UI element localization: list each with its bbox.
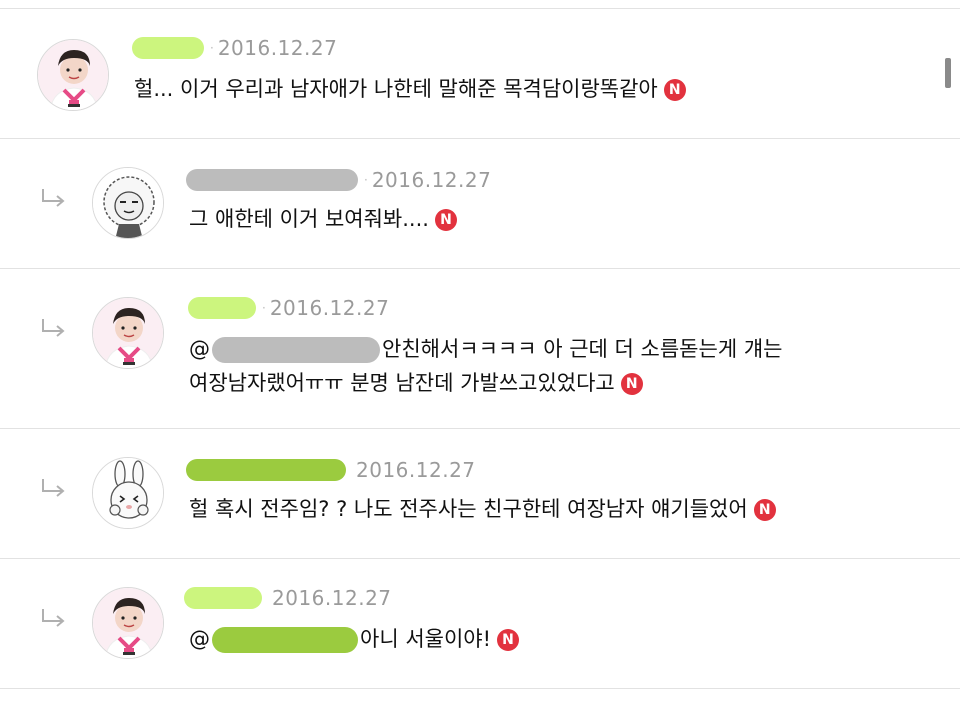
reply-arrow-icon: [42, 319, 65, 337]
comment-date: 2016.12.27: [371, 168, 492, 192]
comment-body: 헐... 이거 우리과 남자애가 나한테 말해준 목격담이랑똑같아: [134, 77, 658, 101]
comment-text: 헐... 이거 우리과 남자애가 나한테 말해준 목격담이랑똑같아 N: [134, 73, 686, 105]
person-avatar-icon: [38, 40, 108, 110]
author-name-redacted[interactable]: [184, 587, 262, 609]
comment-body-line2: 여장남자랬어ㅠㅠ 분명 남잔데 가발쓰고있었다고: [189, 371, 615, 395]
new-badge-icon: N: [434, 209, 457, 231]
author-name-redacted[interactable]: [186, 169, 358, 191]
comment-text: 헐 혹시 전주임? ? 나도 전주사는 친구한테 여장남자 얘기들었어 N: [189, 493, 776, 525]
avatar[interactable]: [92, 587, 164, 659]
comment-text: 여장남자랬어ㅠㅠ 분명 남잔데 가발쓰고있었다고 N: [189, 367, 643, 399]
comment-text: @ 안친해서ㅋㅋㅋㅋ 아 근데 더 소름돋는게 걔는: [189, 333, 782, 365]
avatar[interactable]: [92, 167, 164, 239]
separator-dot: ·: [364, 173, 368, 187]
avatar[interactable]: [92, 297, 164, 369]
author-name-redacted[interactable]: [186, 459, 346, 481]
separator-dot: ·: [262, 301, 266, 315]
reply-arrow-icon: [42, 479, 65, 497]
mention-at: @: [189, 627, 210, 651]
comment-meta: · 2016.12.27: [188, 295, 389, 321]
comment-meta: 2016.12.27: [184, 585, 392, 611]
mention-at: @: [189, 337, 210, 361]
comment-body: 그 애한테 이거 보여줘봐....: [189, 207, 429, 231]
cartoon-rabbit-icon: [93, 458, 163, 528]
person-avatar-icon: [93, 298, 163, 368]
reply-item: 2016.12.27 헐 혹시 전주임? ? 나도 전주사는 친구한테 여장남자…: [0, 429, 960, 559]
comment-text: @ 아니 서울이야! N: [189, 623, 520, 655]
mention-user-redacted[interactable]: [212, 627, 358, 653]
person-avatar-icon: [93, 588, 163, 658]
new-badge-icon: N: [663, 79, 686, 101]
comment-meta: · 2016.12.27: [186, 167, 491, 193]
comment-date: 2016.12.27: [217, 36, 338, 60]
author-name-redacted[interactable]: [132, 37, 204, 59]
comment-item: · 2016.12.27 헐... 이거 우리과 남자애가 나한테 말해준 목격…: [0, 9, 960, 139]
new-badge-icon: N: [497, 629, 520, 651]
reply-arrow-icon: [42, 609, 65, 627]
avatar[interactable]: [37, 39, 109, 111]
comment-date: 2016.12.27: [269, 296, 390, 320]
comment-meta: · 2016.12.27: [132, 35, 337, 61]
comment-body-line1: 안친해서ㅋㅋㅋㅋ 아 근데 더 소름돋는게 걔는: [382, 337, 783, 361]
reply-item: 2016.12.27 @ 아니 서울이야! N: [0, 559, 960, 689]
comment-date: 2016.12.27: [356, 458, 476, 482]
new-badge-icon: N: [620, 373, 643, 395]
author-name-redacted[interactable]: [188, 297, 256, 319]
reply-item: · 2016.12.27 그 애한테 이거 보여줘봐.... N: [0, 139, 960, 269]
comment-body: 헐 혹시 전주임? ? 나도 전주사는 친구한테 여장남자 얘기들었어: [189, 497, 748, 521]
comment-date: 2016.12.27: [272, 586, 392, 610]
new-badge-icon: N: [753, 499, 776, 521]
mention-user-redacted[interactable]: [212, 337, 380, 363]
cartoon-lion-icon: [93, 168, 163, 238]
comment-meta: 2016.12.27: [186, 457, 476, 483]
comment-text: 그 애한테 이거 보여줘봐.... N: [189, 203, 457, 235]
comment-body: 아니 서울이야!: [360, 627, 492, 651]
avatar[interactable]: [92, 457, 164, 529]
reply-item: · 2016.12.27 @ 안친해서ㅋㅋㅋㅋ 아 근데 더 소름돋는게 걔는 여…: [0, 269, 960, 429]
separator-dot: ·: [210, 41, 214, 55]
reply-arrow-icon: [42, 189, 65, 207]
